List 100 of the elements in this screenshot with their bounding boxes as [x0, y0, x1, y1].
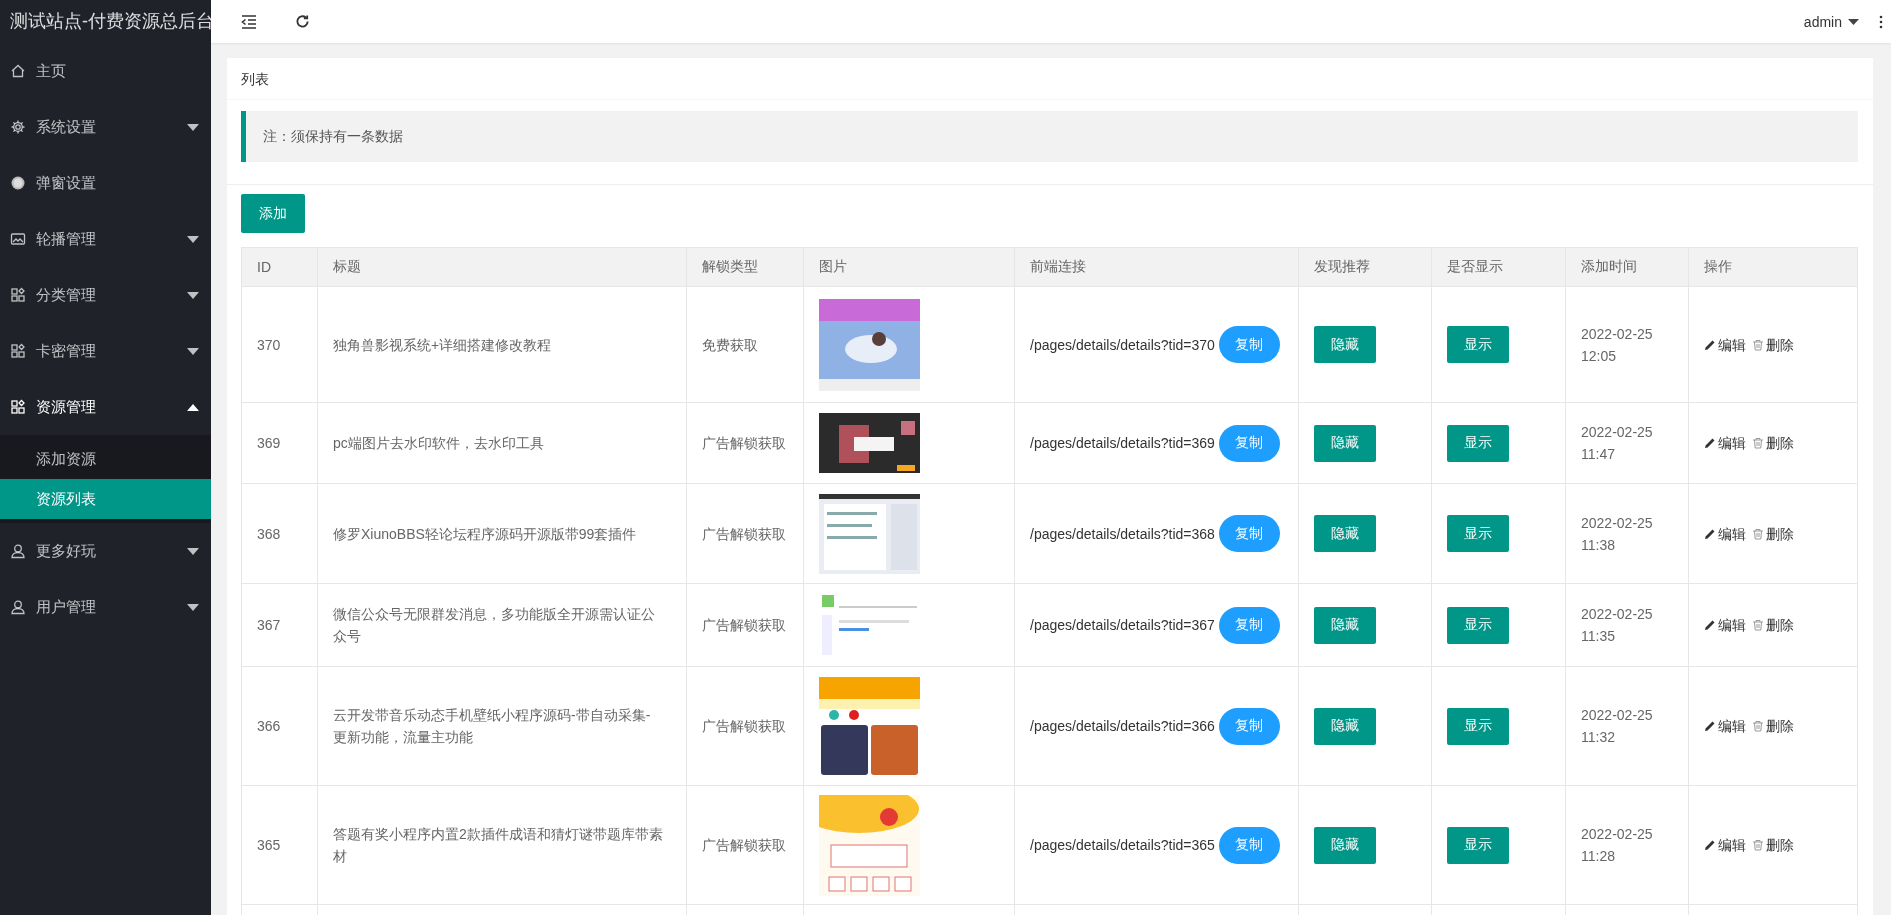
user-icon — [10, 599, 26, 615]
trash-icon — [1752, 338, 1764, 351]
link-text: /pages/details/details?tid=367 — [1030, 616, 1215, 635]
caret-down-icon — [187, 347, 199, 355]
link-text: /pages/details/details?tid=366 — [1030, 717, 1215, 736]
table-cell-text: 广告解锁获取 — [702, 434, 787, 453]
table-cell-text: 369 — [257, 434, 282, 453]
show-button[interactable]: 显示 — [1447, 326, 1509, 363]
nav-item[interactable]: 轮播管理 — [0, 211, 211, 267]
column-header: 操作 — [1688, 247, 1858, 287]
edit-link[interactable]: 编辑 — [1704, 834, 1746, 856]
table-cell-text: 2022-02-25 11:28 — [1581, 825, 1654, 866]
delete-link[interactable]: 删除 — [1752, 522, 1794, 545]
show-button[interactable]: 显示 — [1447, 707, 1509, 745]
table-cell-text: 微信公众号无限群发消息，多功能版全开源需认证公众号 — [333, 605, 656, 646]
table-cell-text: 云开发带音乐动态手机壁纸小程序源码-带自动采集-更新功能，流量主功能 — [333, 706, 652, 747]
pencil-icon — [1704, 527, 1716, 540]
caret-down-icon — [187, 291, 199, 299]
pencil-icon — [1704, 619, 1716, 631]
hide-button[interactable]: 隐藏 — [1314, 515, 1376, 552]
edit-link[interactable]: 编辑 — [1704, 614, 1746, 636]
table-cell-text: 2022-02-25 11:47 — [1581, 423, 1654, 464]
hide-button[interactable]: 隐藏 — [1314, 326, 1376, 363]
table-cell-text: 367 — [257, 616, 282, 635]
add-button[interactable]: 添加 — [241, 194, 305, 233]
link-text: /pages/details/details?tid=365 — [1030, 836, 1215, 855]
caret-up-icon — [187, 403, 199, 411]
trash-icon — [1752, 720, 1764, 732]
nav-item[interactable]: 主页 — [0, 43, 211, 99]
column-header: 标题 — [317, 247, 687, 287]
site-title: 测试站点-付费资源总后台 — [9, 10, 211, 33]
pencil-icon — [1704, 338, 1716, 351]
hide-button[interactable]: 隐藏 — [1314, 826, 1376, 864]
delete-link[interactable]: 删除 — [1752, 715, 1794, 737]
hide-button[interactable]: 隐藏 — [1314, 424, 1376, 462]
table-cell-text: pc端图片去水印软件，去水印工具 — [333, 434, 545, 453]
edit-link[interactable]: 编辑 — [1704, 333, 1746, 356]
column-header: 添加时间 — [1565, 247, 1689, 287]
settings-icon — [10, 119, 26, 135]
grid-icon — [10, 343, 26, 359]
refresh-icon[interactable] — [295, 14, 310, 29]
pencil-icon — [1704, 720, 1716, 732]
show-button[interactable]: 显示 — [1447, 826, 1509, 864]
table-cell-text: 2022-02-25 12:05 — [1581, 324, 1654, 366]
caret-down-icon — [187, 603, 199, 611]
more-icon[interactable] — [1879, 14, 1883, 29]
user-icon — [10, 543, 26, 559]
table-cell-text: 答题有奖小程序内置2款插件成语和猜灯谜带题库带素材 — [333, 825, 663, 866]
table-cell-text: 广告解锁获取 — [702, 524, 787, 544]
edit-link[interactable]: 编辑 — [1704, 715, 1746, 737]
delete-link[interactable]: 删除 — [1752, 614, 1794, 636]
caret-down-icon — [187, 123, 199, 131]
trash-icon — [1752, 839, 1764, 851]
edit-link[interactable]: 编辑 — [1704, 522, 1746, 545]
delete-link[interactable]: 删除 — [1752, 432, 1794, 454]
nav-item[interactable]: 用户管理 — [0, 579, 211, 635]
pencil-icon — [1704, 437, 1716, 449]
hide-button[interactable]: 隐藏 — [1314, 606, 1376, 644]
nav-item[interactable]: 更多好玩 — [0, 523, 211, 579]
show-button[interactable]: 显示 — [1447, 515, 1509, 552]
caret-down-icon — [187, 235, 199, 243]
nav-item[interactable]: 弹窗设置 — [0, 155, 211, 211]
home-icon — [10, 63, 26, 79]
caret-down-icon — [187, 547, 199, 555]
nav-item[interactable]: 资源管理 — [0, 379, 211, 435]
column-header: ID — [241, 247, 318, 287]
table-cell-text: 广告解锁获取 — [702, 616, 787, 635]
link-text: /pages/details/details?tid=369 — [1030, 434, 1215, 453]
table-cell-text: 广告解锁获取 — [702, 717, 787, 736]
link-text: /pages/details/details?tid=370 — [1030, 335, 1215, 355]
nav-item[interactable]: 系统设置 — [0, 99, 211, 155]
grid-icon — [10, 399, 26, 415]
trash-icon — [1752, 437, 1764, 449]
table-cell-text: 370 — [257, 335, 282, 355]
column-header: 前端连接 — [1014, 247, 1299, 287]
nav-item[interactable]: 卡密管理 — [0, 323, 211, 379]
table-cell-text: 365 — [257, 836, 282, 855]
show-button[interactable]: 显示 — [1447, 424, 1509, 462]
table-cell-text: 2022-02-25 11:35 — [1581, 605, 1654, 646]
nav-subitem[interactable]: 添加资源 — [0, 439, 211, 479]
edit-link[interactable]: 编辑 — [1704, 432, 1746, 454]
table-cell-text: 免费获取 — [702, 335, 759, 355]
show-button[interactable]: 显示 — [1447, 606, 1509, 644]
table-cell-text: 2022-02-25 11:38 — [1581, 513, 1654, 555]
circle-icon — [10, 175, 26, 191]
nav-subitem[interactable]: 资源列表 — [0, 479, 211, 519]
table-cell-text: 独角兽影视系统+详细搭建修改教程 — [333, 335, 553, 355]
hide-button[interactable]: 隐藏 — [1314, 707, 1376, 745]
link-text: /pages/details/details?tid=368 — [1030, 524, 1215, 544]
image-icon — [10, 231, 26, 247]
delete-link[interactable]: 删除 — [1752, 333, 1794, 356]
caret-down-icon — [1848, 18, 1859, 25]
trash-icon — [1752, 527, 1764, 540]
trash-icon — [1752, 619, 1764, 631]
table-cell-text: 368 — [257, 524, 282, 544]
nav-item[interactable]: 分类管理 — [0, 267, 211, 323]
note-banner: 注：须保持有一条数据 — [241, 111, 1858, 162]
menu-fold-icon[interactable] — [241, 14, 257, 29]
user-menu[interactable]: admin — [1803, 13, 1859, 30]
delete-link[interactable]: 删除 — [1752, 834, 1794, 856]
